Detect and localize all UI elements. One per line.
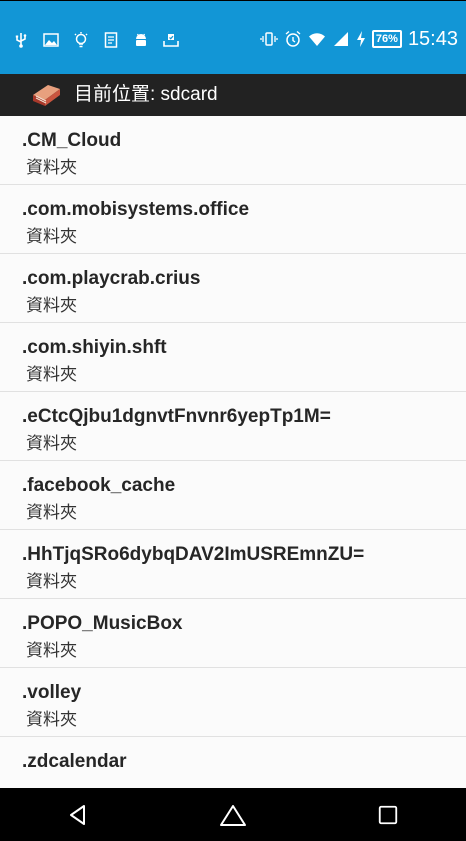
list-item[interactable]: .com.mobisystems.office 資料夾: [0, 185, 466, 254]
wifi-icon: [308, 30, 326, 48]
file-type: 資料夾: [26, 434, 77, 453]
file-name: .facebook_cache: [22, 475, 176, 496]
file-name: .POPO_MusicBox: [22, 613, 183, 634]
file-name: .com.shiyin.shft: [22, 337, 167, 358]
list-item[interactable]: .CM_Cloud 資料夾: [0, 116, 466, 185]
recent-apps-icon[interactable]: [368, 795, 408, 835]
file-list[interactable]: .CM_Cloud 資料夾 .com.mobisystems.office 資料…: [0, 116, 466, 788]
file-name: .zdcalendar: [22, 751, 127, 772]
file-name: .HhTjqSRo6dybqDAV2ImUSREmnZU=: [22, 544, 365, 565]
book-icon[interactable]: [30, 82, 62, 108]
file-type: 資料夾: [26, 296, 77, 315]
android-icon: [132, 31, 150, 49]
file-type: 資料夾: [26, 365, 77, 384]
back-icon[interactable]: [58, 795, 98, 835]
file-name: .CM_Cloud: [22, 130, 122, 151]
file-type: 資料夾: [26, 572, 77, 591]
usb-icon: [12, 31, 30, 49]
list-item[interactable]: .volley 資料夾: [0, 668, 466, 737]
battery-indicator: 76%: [371, 30, 402, 48]
list-item[interactable]: .facebook_cache 資料夾: [0, 461, 466, 530]
file-name: .volley: [22, 682, 82, 703]
file-type: 資料夾: [26, 158, 77, 177]
notification-icons: [12, 28, 180, 52]
signal-icon: [332, 30, 350, 48]
charging-icon: [356, 30, 366, 48]
list-item[interactable]: .HhTjqSRo6dybqDAV2ImUSREmnZU= 資料夾: [0, 530, 466, 599]
vibrate-icon: [260, 30, 278, 48]
list-item[interactable]: .zdcalendar: [0, 737, 466, 788]
system-status: 76% 15:43: [260, 24, 458, 54]
file-type: 資料夾: [26, 227, 77, 246]
document-icon: [102, 31, 120, 49]
navigation-bar: [0, 788, 466, 841]
lightbulb-icon: [72, 31, 90, 49]
list-item[interactable]: .eCtcQjbu1dgnvtFnvnr6yepTp1M= 資料夾: [0, 392, 466, 461]
file-name: .eCtcQjbu1dgnvtFnvnr6yepTp1M=: [22, 406, 331, 427]
list-item[interactable]: .com.shiyin.shft 資料夾: [0, 323, 466, 392]
current-location-title: 目前位置: sdcard: [74, 84, 218, 105]
file-name: .com.playcrab.crius: [22, 268, 201, 289]
app-bar: 目前位置: sdcard: [0, 74, 466, 116]
list-item[interactable]: .com.playcrab.crius 資料夾: [0, 254, 466, 323]
file-type: 資料夾: [26, 710, 77, 729]
alarm-icon: [284, 30, 302, 48]
home-icon[interactable]: [213, 795, 253, 835]
clock: 15:43: [407, 28, 458, 50]
file-type: 資料夾: [26, 503, 77, 522]
file-name: .com.mobisystems.office: [22, 199, 250, 220]
upload-icon: [162, 31, 180, 49]
top-border: [0, 0, 466, 1]
status-bar: 76% 15:43: [0, 0, 466, 74]
image-icon: [42, 31, 60, 49]
list-item[interactable]: .POPO_MusicBox 資料夾: [0, 599, 466, 668]
file-type: 資料夾: [26, 641, 77, 660]
